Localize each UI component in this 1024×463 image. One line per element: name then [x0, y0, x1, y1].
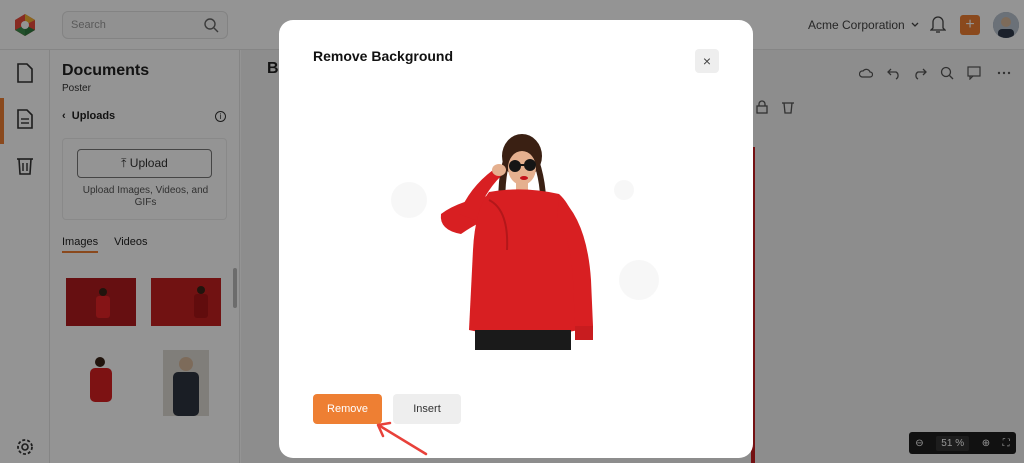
remove-background-dialog: Remove Background × Remove Insert — [279, 20, 753, 458]
close-button[interactable]: × — [695, 49, 719, 73]
annotation-arrow-icon — [376, 421, 428, 456]
close-icon: × — [702, 53, 712, 69]
preview-image — [389, 130, 659, 350]
dialog-title: Remove Background — [313, 48, 454, 64]
